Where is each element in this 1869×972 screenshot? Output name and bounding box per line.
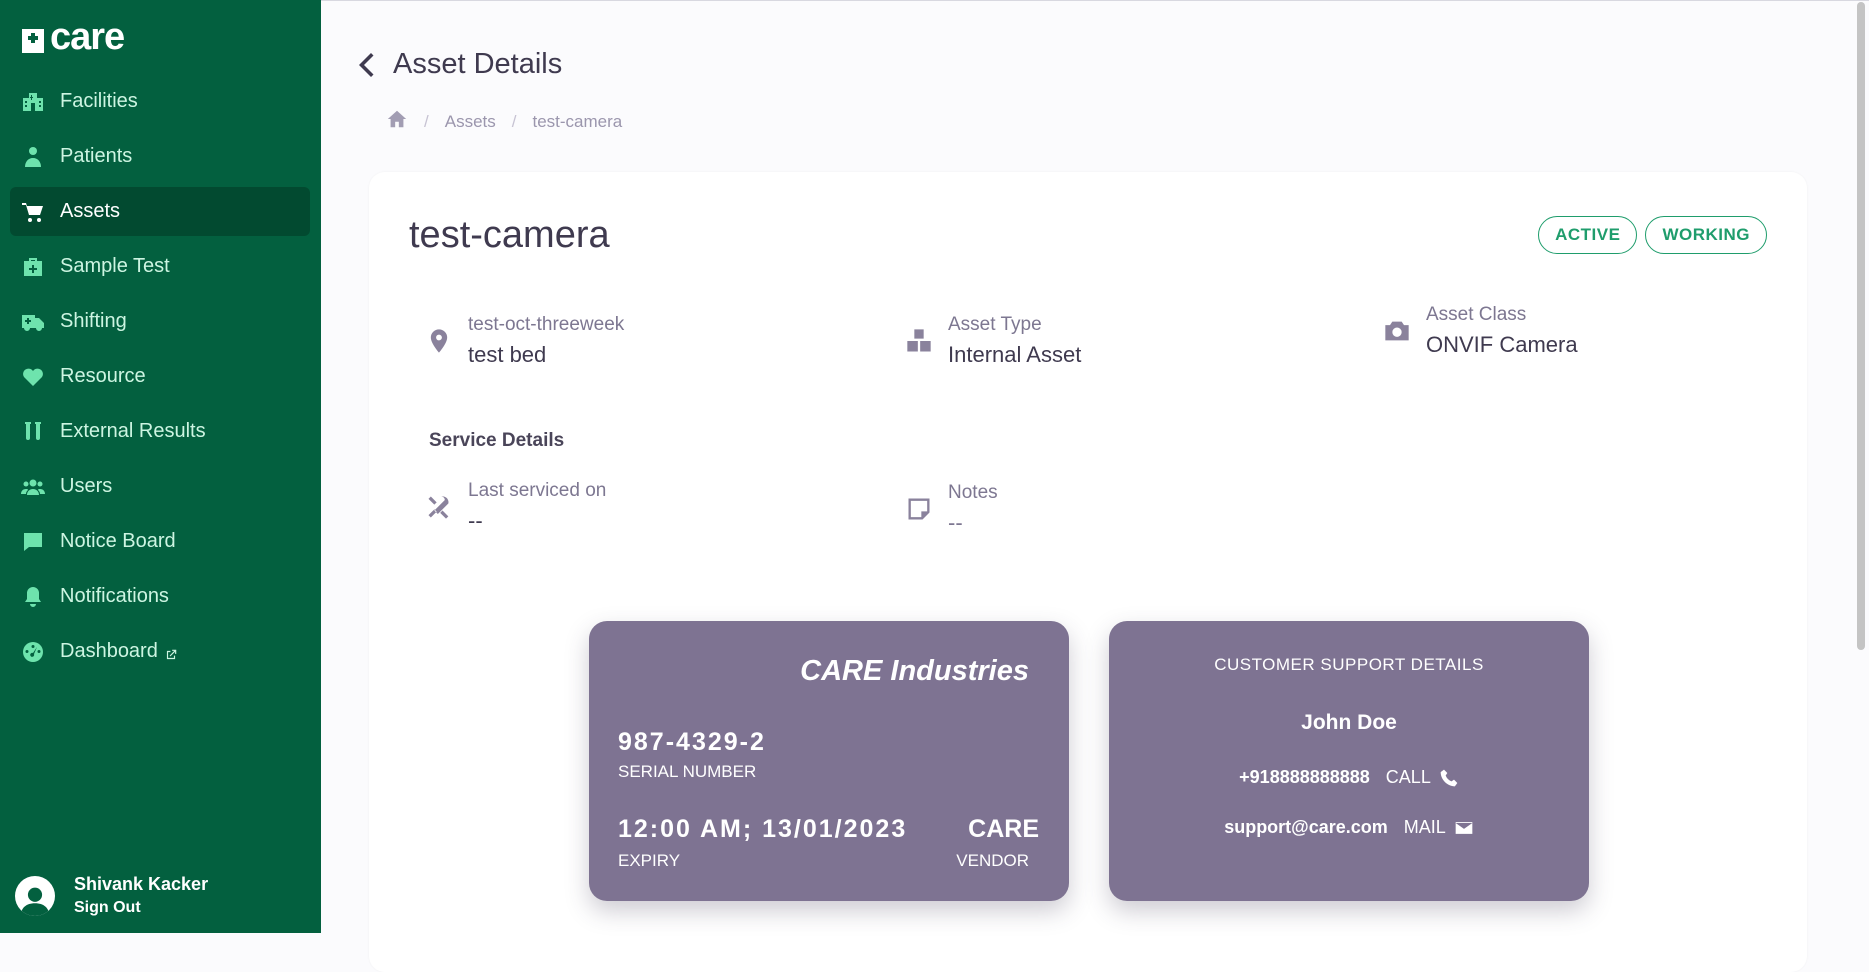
camera-icon	[1382, 316, 1412, 346]
sidebar-item-notice-board[interactable]: Notice Board	[10, 517, 310, 566]
test-tubes-icon	[20, 419, 46, 445]
sidebar-item-assets[interactable]: Assets	[10, 187, 310, 236]
user-name: Shivank Kacker	[74, 874, 209, 894]
user-icon	[20, 887, 50, 916]
breadcrumb-separator: /	[424, 111, 429, 131]
sidebar-item-sample-test[interactable]: Sample Test	[10, 242, 310, 291]
page-title: Asset Details	[393, 48, 563, 80]
expiry-label: EXPIRY	[618, 851, 681, 870]
sidebar-item-dashboard[interactable]: Dashboard	[10, 627, 310, 676]
support-phone-row: +918888888888 CALL	[1109, 767, 1589, 788]
serial-number: 987-4329-2	[618, 728, 766, 756]
breadcrumb-assets[interactable]: Assets	[445, 112, 496, 132]
home-icon[interactable]	[386, 108, 408, 135]
status-badges: ACTIVE WORKING	[1538, 216, 1767, 254]
location-field: test-oct-threeweek test bed	[424, 314, 624, 368]
boxes-icon	[904, 326, 934, 356]
last-serviced-value: --	[468, 508, 483, 533]
support-title: CUSTOMER SUPPORT DETAILS	[1214, 655, 1484, 674]
tools-icon	[424, 492, 454, 522]
users-icon	[20, 474, 46, 500]
sidebar-item-shifting[interactable]: Shifting	[10, 297, 310, 346]
expiry-value: 12:00 AM; 13/01/2023	[618, 815, 908, 843]
asset-type-label: Asset Type	[948, 314, 1042, 335]
hospital-building-icon	[20, 89, 46, 115]
message-icon	[20, 529, 46, 555]
company-name: CARE Industries	[800, 655, 1029, 687]
phone-icon	[1440, 769, 1458, 786]
map-pin-icon	[424, 326, 454, 356]
top-divider	[321, 0, 1869, 1]
vendor-value: CARE	[968, 815, 1039, 843]
asset-details-card: test-camera ACTIVE WORKING test-oct-thre…	[369, 172, 1807, 972]
last-serviced-label: Last serviced on	[468, 480, 607, 501]
heart-pulse-icon	[20, 364, 46, 390]
asset-type-value: Internal Asset	[948, 342, 1082, 367]
main-content: Asset Details / Assets / test-camera tes…	[321, 0, 1869, 972]
breadcrumb-separator: /	[511, 111, 517, 131]
support-phone: +918888888888	[1239, 767, 1370, 787]
ambulance-icon	[20, 309, 46, 335]
user-profile: Shivank Kacker Sign Out	[15, 874, 208, 917]
sidebar-item-resource[interactable]: Resource	[10, 352, 310, 401]
status-badge-active: ACTIVE	[1538, 216, 1638, 254]
service-details-heading: Service Details	[429, 430, 565, 451]
medical-kit-icon	[20, 254, 46, 280]
support-email-row: support@care.com MAIL	[1109, 817, 1589, 838]
scrollbar[interactable]	[1857, 2, 1865, 650]
logo-text: care	[50, 16, 125, 58]
shopping-cart-icon	[20, 199, 46, 225]
notes-label: Notes	[948, 482, 998, 503]
vendor-label: VENDOR	[956, 851, 1029, 870]
support-contact-name: John Doe	[1301, 711, 1397, 734]
support-email: support@care.com	[1224, 817, 1388, 837]
last-serviced-field: Last serviced on --	[424, 480, 606, 534]
asset-name: test-camera	[409, 214, 610, 256]
asset-class-field: Asset Class ONVIF Camera	[1382, 304, 1578, 358]
avatar[interactable]	[15, 875, 55, 916]
breadcrumb-current[interactable]: test-camera	[533, 112, 623, 132]
support-card: CUSTOMER SUPPORT DETAILS John Doe +91888…	[1109, 621, 1589, 901]
asset-class-value: ONVIF Camera	[1426, 332, 1578, 357]
sidebar-item-patients[interactable]: Patients	[10, 132, 310, 181]
mail-button[interactable]: MAIL	[1404, 817, 1474, 838]
notes-field: Notes --	[904, 482, 998, 536]
patient-icon	[20, 144, 46, 170]
location-value: test bed	[468, 342, 547, 367]
serial-number-label: SERIAL NUMBER	[618, 762, 757, 781]
status-badge-working: WORKING	[1645, 216, 1767, 254]
gauge-icon	[20, 639, 46, 665]
sidebar-item-users[interactable]: Users	[10, 462, 310, 511]
asset-class-label: Asset Class	[1426, 304, 1527, 325]
care-logo[interactable]: care	[22, 16, 125, 59]
bell-icon	[20, 584, 46, 610]
hospital-icon	[22, 28, 44, 53]
breadcrumb: / Assets / test-camera	[386, 108, 622, 135]
sticky-note-icon	[904, 494, 934, 524]
sidebar-nav: Facilities Patients Assets Sample Test S…	[10, 77, 310, 682]
sidebar-item-facilities[interactable]: Facilities	[10, 77, 310, 126]
notes-value: --	[948, 510, 963, 535]
sidebar: care Facilities Patients Assets Sample T…	[0, 0, 321, 933]
sign-out-link[interactable]: Sign Out	[74, 899, 208, 917]
warranty-card: CARE Industries 987-4329-2 SERIAL NUMBER…	[589, 621, 1069, 901]
location-label: test-oct-threeweek	[468, 314, 625, 335]
sidebar-item-notifications[interactable]: Notifications	[10, 572, 310, 621]
external-link-icon	[164, 645, 178, 659]
back-chevron-icon[interactable]	[354, 50, 378, 80]
sidebar-item-external-results[interactable]: External Results	[10, 407, 310, 456]
call-button[interactable]: CALL	[1386, 767, 1459, 788]
asset-type-field: Asset Type Internal Asset	[904, 314, 1081, 368]
envelope-icon	[1455, 821, 1473, 834]
